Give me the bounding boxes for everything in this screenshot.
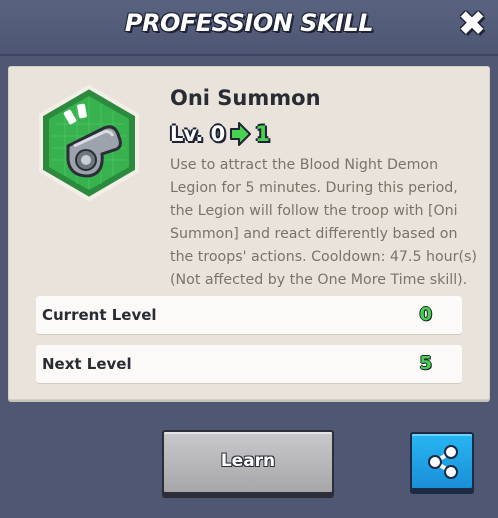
- header-bar: PROFESSION SKILL ✖: [0, 0, 498, 56]
- level-next: 1: [255, 122, 270, 146]
- arrow-right-icon: [230, 122, 252, 146]
- level-indicator: Lv. 0 1: [170, 120, 270, 148]
- current-level-row: Current Level 0: [36, 296, 462, 334]
- skill-panel: Oni Summon Lv. 0 1 Use to attract the Bl…: [8, 66, 490, 400]
- next-level-label: Next Level: [42, 355, 132, 373]
- page-title: PROFESSION SKILL: [124, 9, 374, 37]
- next-level-value: 5: [419, 353, 432, 374]
- current-level-value: 0: [419, 304, 432, 325]
- next-level-row: Next Level 5: [36, 345, 462, 383]
- close-icon: ✖: [457, 4, 487, 44]
- learn-button[interactable]: Learn: [162, 430, 334, 494]
- skill-name: Oni Summon: [170, 86, 321, 110]
- level-current: Lv. 0: [170, 122, 226, 146]
- skill-description: Use to attract the Blood Night Demon Leg…: [170, 157, 477, 288]
- learn-button-label: Learn: [220, 451, 276, 471]
- share-icon: [428, 445, 458, 479]
- close-button[interactable]: ✖: [456, 7, 488, 41]
- share-button[interactable]: [410, 432, 474, 490]
- whistle-icon: [39, 84, 139, 202]
- current-level-label: Current Level: [42, 306, 157, 324]
